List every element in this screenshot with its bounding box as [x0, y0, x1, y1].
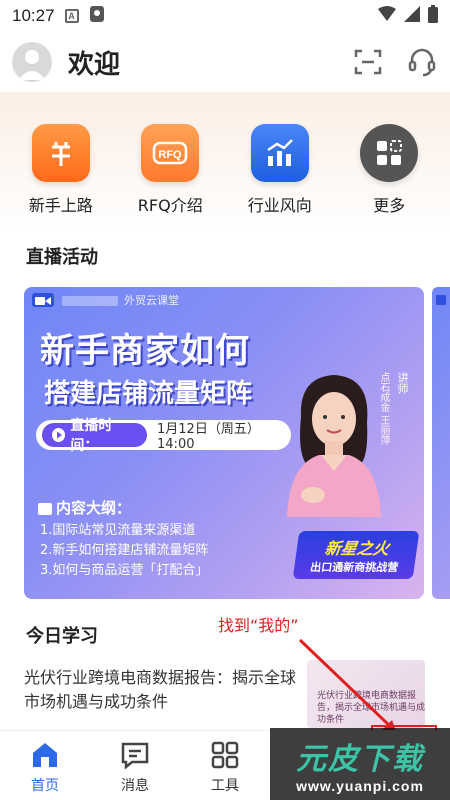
site-watermark: 元皮下载 www.yuanpi.com	[270, 728, 450, 800]
nav-label: 消息	[121, 778, 149, 794]
nav-tools[interactable]: 工具	[180, 731, 270, 800]
nav-label: 工具	[211, 778, 239, 794]
nav-home[interactable]: 首页	[0, 731, 90, 800]
tools-icon	[211, 741, 239, 769]
home-icon	[33, 743, 57, 767]
watermark-main: 元皮下载	[296, 742, 424, 777]
nav-messages[interactable]: 消息	[90, 731, 180, 800]
watermark-url: www.yuanpi.com	[296, 778, 424, 794]
nav-label: 首页	[31, 778, 59, 794]
annotation-arrow	[298, 638, 437, 761]
message-icon	[121, 742, 149, 769]
